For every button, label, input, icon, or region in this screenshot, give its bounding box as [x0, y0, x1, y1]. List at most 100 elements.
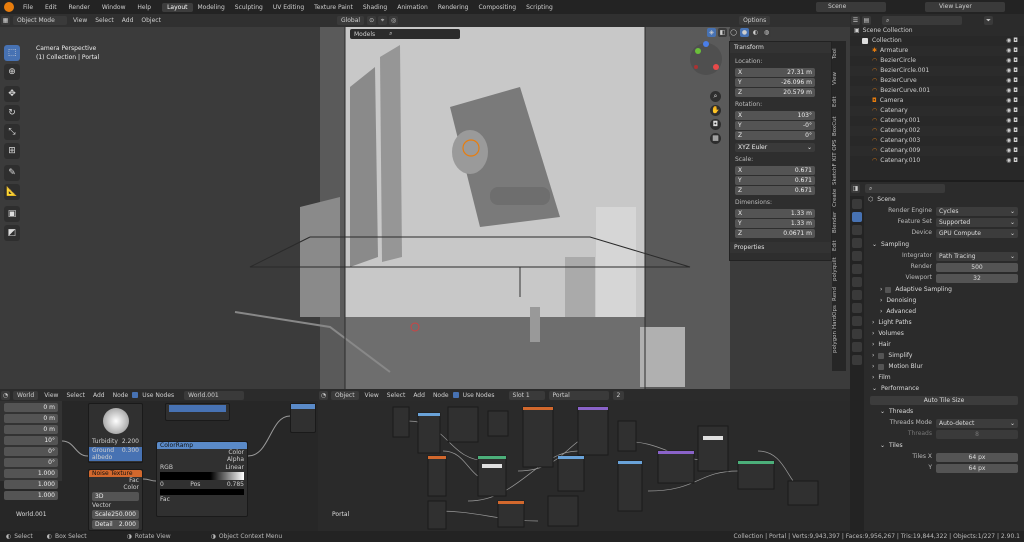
mapping-node[interactable]	[165, 403, 230, 421]
node-menu-node[interactable]: Node	[433, 392, 449, 399]
material-icon[interactable]: ◐	[751, 28, 760, 37]
tab-animation[interactable]: Animation	[392, 3, 433, 12]
node-field-value[interactable]: 2.200	[122, 438, 139, 445]
value-field[interactable]: 10°	[4, 436, 58, 445]
menu-edit[interactable]: Edit	[45, 4, 57, 11]
snap-icon[interactable]: ⌖	[378, 16, 388, 25]
constraints-tab-icon[interactable]	[852, 329, 862, 339]
add-cube-icon[interactable]: ▣	[4, 206, 20, 222]
eye-icon[interactable]: ◉ ◘	[1006, 116, 1018, 126]
camera-view-icon[interactable]: ◘	[710, 119, 721, 130]
location-z-field[interactable]: Z 20.579 m	[735, 88, 815, 97]
rotation-x-field[interactable]: X 103°	[735, 111, 815, 120]
vp-menu-object[interactable]: Object	[141, 17, 161, 24]
stop-index[interactable]: 0	[160, 481, 164, 488]
solid-icon[interactable]: ●	[740, 28, 749, 37]
navigation-gizmo[interactable]	[686, 39, 726, 79]
sidebar-tab[interactable]: View	[832, 67, 838, 89]
checkbox-icon[interactable]	[885, 286, 892, 293]
xray-icon[interactable]: ◧	[718, 28, 727, 37]
eye-icon[interactable]: ◉ ◘	[1006, 66, 1018, 76]
colorramp-node[interactable]: ColorRamp Color Alpha RGB Linear 0 Pos 0.78…	[156, 441, 248, 517]
properties-header[interactable]: Properties	[730, 242, 831, 253]
view-layer-selector[interactable]: View Layer	[925, 2, 1005, 12]
motion-blur-header[interactable]: › Motion Blur	[866, 361, 1024, 372]
list-item[interactable]: ◠ Catenary.002 ◉ ◘	[850, 126, 1024, 136]
sidebar-tab[interactable]: HardOps	[832, 305, 838, 329]
editor-type-icon[interactable]: ◔	[1, 390, 10, 400]
list-item[interactable]: ◠ BezierCurve ◉ ◘	[850, 76, 1024, 86]
tab-modeling[interactable]: Modeling	[193, 3, 230, 12]
eye-icon[interactable]: ◉ ◘	[1006, 146, 1018, 156]
outliner-editor-icon[interactable]: ☰	[851, 15, 860, 25]
interpolation-dropdown[interactable]: Linear	[225, 464, 244, 471]
blender-logo-icon[interactable]	[4, 2, 14, 12]
value-field[interactable]: 0°	[4, 458, 58, 467]
mix-rgb-node[interactable]	[290, 403, 316, 433]
viewport-samples-field[interactable]: 32	[936, 273, 1018, 283]
dimensions-z-field[interactable]: Z 0.0671 m	[735, 229, 815, 238]
tab-shading[interactable]: Shading	[358, 3, 392, 12]
render-tab-icon[interactable]	[852, 212, 862, 222]
overlay-icon[interactable]: ◈	[707, 28, 716, 37]
checkbox-icon[interactable]	[878, 352, 885, 359]
node-menu-node[interactable]: Node	[113, 392, 129, 399]
tab-uv-editing[interactable]: UV Editing	[268, 3, 309, 12]
modifier-tab-icon[interactable]	[852, 290, 862, 300]
volumes-header[interactable]: › Volumes	[866, 328, 1024, 339]
sidebar-tab[interactable]: Tool	[832, 43, 838, 65]
eye-icon[interactable]: ◉ ◘	[1006, 136, 1018, 146]
material-users[interactable]: 2	[612, 390, 625, 400]
dimensions-x-field[interactable]: X 1.33 m	[735, 209, 815, 218]
wireframe-icon[interactable]: ◯	[729, 28, 738, 37]
sampling-panel-header[interactable]: ⌄ Sampling	[866, 239, 1024, 250]
scale-z-field[interactable]: Z 0.671	[735, 186, 815, 195]
options-dropdown[interactable]: Options	[739, 16, 771, 25]
value-field[interactable]: 1.000	[4, 491, 58, 500]
sidebar-tab[interactable]: Create	[832, 187, 838, 209]
rotation-z-field[interactable]: Z 0°	[735, 131, 815, 140]
sidebar-tab[interactable]: BoxCut	[832, 115, 838, 137]
tiles-header[interactable]: ⌄ Tiles	[866, 440, 1024, 451]
rotate-icon[interactable]: ↻	[4, 105, 20, 121]
value-field[interactable]: 1.000	[4, 469, 58, 478]
rotation-mode-dropdown[interactable]: XYZ Euler ⌄	[735, 143, 815, 152]
tab-scripting[interactable]: Scripting	[521, 3, 558, 12]
material-datablock[interactable]: Portal	[548, 390, 609, 400]
transform-icon[interactable]: ⊞	[4, 143, 20, 159]
shader-type-dropdown[interactable]: Object	[331, 390, 359, 400]
mode-dropdown[interactable]: Object Mode	[13, 16, 67, 25]
advanced-header[interactable]: › Advanced	[866, 306, 1024, 317]
list-item[interactable]: ◠ BezierCircle.001 ◉ ◘	[850, 66, 1024, 76]
node-menu-add[interactable]: Add	[413, 392, 425, 399]
3d-viewport[interactable]: Camera Perspective (1) Collection | Port…	[0, 27, 850, 389]
dimensions-y-field[interactable]: Y 1.33 m	[735, 219, 815, 228]
auto-tile-button[interactable]: Auto Tile Size	[870, 395, 1018, 405]
list-item[interactable]: ◠ Catenary.009 ◉ ◘	[850, 146, 1024, 156]
eye-icon[interactable]: ◉ ◘	[1006, 86, 1018, 96]
list-item[interactable]: ✱ Armature ◉ ◘	[850, 46, 1024, 56]
stop-color-swatch[interactable]	[160, 489, 244, 495]
sky-texture-node[interactable]: Turbidity 2.200 Ground albedo 0.300	[88, 403, 143, 463]
location-x-field[interactable]: X 27.31 m	[735, 68, 815, 77]
display-mode-icon[interactable]: ▤	[862, 15, 871, 25]
view-layer-tab-icon[interactable]	[852, 238, 862, 248]
node-menu-view[interactable]: View	[365, 392, 379, 399]
threads-field[interactable]: 8	[936, 429, 1018, 439]
performance-header[interactable]: ⌄ Performance	[866, 383, 1024, 394]
scene-tab-icon[interactable]	[852, 251, 862, 261]
feature-set-dropdown[interactable]: Supported ⌄	[936, 217, 1018, 227]
sidebar-tab[interactable]: SketchF	[832, 163, 838, 185]
outliner-search[interactable]: ⌕	[882, 15, 962, 25]
object-node-editor[interactable]: Portal	[318, 401, 850, 531]
dimensions-dropdown[interactable]: 3D	[92, 492, 139, 501]
list-item[interactable]: ◠ Catenary.001 ◉ ◘	[850, 116, 1024, 126]
output-tab-icon[interactable]	[852, 225, 862, 235]
use-nodes-checkbox[interactable]	[132, 392, 139, 398]
device-dropdown[interactable]: GPU Compute ⌄	[936, 228, 1018, 238]
list-item[interactable]: Collection ◉ ◘	[850, 36, 1024, 46]
node-field-value[interactable]: 2.000	[119, 520, 136, 529]
rotation-y-field[interactable]: Y -0°	[735, 121, 815, 130]
tab-sculpting[interactable]: Sculpting	[230, 3, 268, 12]
vp-menu-add[interactable]: Add	[122, 17, 134, 24]
